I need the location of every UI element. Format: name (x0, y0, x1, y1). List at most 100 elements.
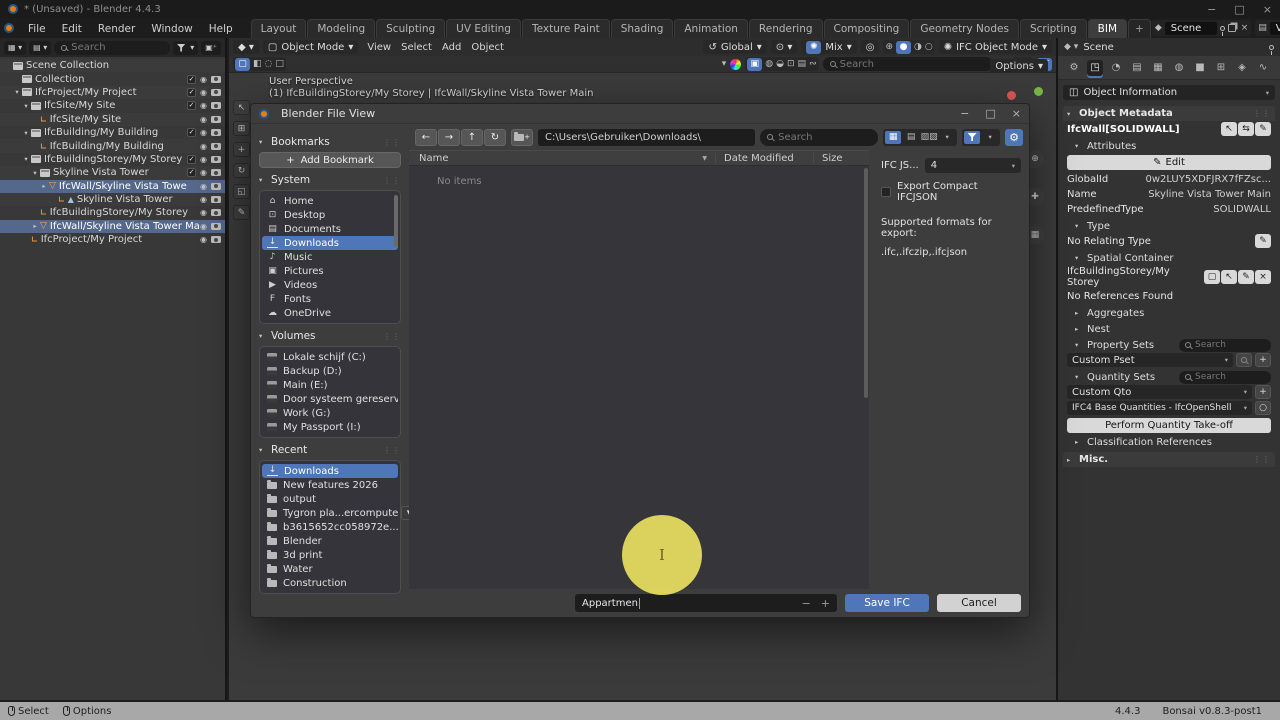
filename-input[interactable]: Appartmen − + (575, 594, 837, 612)
overlay-a-icon[interactable]: ▣ (747, 58, 762, 71)
system-item-pictures[interactable]: ▣Pictures (262, 264, 398, 278)
volume-item-my-passport-i-[interactable]: My Passport (I:) (262, 420, 398, 434)
volume-item-backup-d-[interactable]: Backup (D:) (262, 364, 398, 378)
custom-pset-dropdown[interactable]: Custom Pset▾ (1067, 353, 1233, 367)
increment-button[interactable]: + (821, 597, 830, 610)
select-circle-icon[interactable]: ◌ (265, 59, 273, 69)
filter-funnel-icon[interactable] (964, 131, 980, 144)
exclude-checkbox[interactable]: ✓ (187, 128, 196, 137)
quantity-sets-subpanel-header[interactable]: ▾ Quantity Sets Search (1063, 370, 1275, 384)
scene-selector[interactable]: ◆ Scene × (1152, 20, 1251, 36)
hide-eye-icon[interactable]: ◉ (200, 155, 207, 164)
copy-scene-icon[interactable] (1228, 24, 1236, 32)
color-wheel-icon[interactable] (730, 59, 741, 70)
outliner-row[interactable]: ▾IfcBuilding/My Building✓◉ (0, 126, 225, 139)
volume-item-work-g-[interactable]: Work (G:) (262, 406, 398, 420)
outliner-row[interactable]: ∟IfcSite/My Site◉ (0, 113, 225, 126)
recent-item-new-features-2026[interactable]: New features 2026 (262, 478, 398, 492)
select-container-button[interactable]: ▢ (1204, 270, 1220, 284)
tab-world[interactable]: ■ (1192, 60, 1208, 76)
render-visibility-icon[interactable] (211, 89, 221, 96)
up-button[interactable]: ↑ (461, 129, 483, 146)
collapse-icon[interactable]: ▾ (21, 155, 31, 163)
outliner-row[interactable]: ∟▲Skyline Vista Tower◉ (0, 193, 225, 206)
new-folder-button[interactable]: + (511, 129, 533, 146)
render-visibility-icon[interactable] (211, 236, 221, 243)
tool-annotate-icon[interactable]: ✎ (233, 205, 250, 220)
workspace-tab-bim[interactable]: BIM (1088, 19, 1127, 38)
outliner-row[interactable]: ▾Skyline Vista Tower✓◉ (0, 166, 225, 179)
recent-item-blender[interactable]: Blender (262, 534, 398, 548)
hide-eye-icon[interactable]: ◉ (200, 142, 207, 151)
overlay-e-icon[interactable]: ▤ (798, 59, 807, 69)
workspace-tab-compositing[interactable]: Compositing (824, 19, 910, 38)
base-quantities-dropdown[interactable]: IFC4 Base Quantities - IfcOpenShell▾ (1067, 401, 1252, 415)
render-visibility-icon[interactable] (211, 196, 221, 203)
axis-y-dot[interactable] (1034, 87, 1043, 96)
hide-eye-icon[interactable]: ◉ (200, 88, 207, 97)
outliner-row[interactable]: ▾IfcProject/My Project✓◉ (0, 86, 225, 99)
close-icon[interactable]: × (1012, 107, 1021, 120)
minimize-icon[interactable]: − (960, 107, 969, 120)
tab-object[interactable]: ◳ (1087, 60, 1103, 76)
render-visibility-icon[interactable] (211, 76, 221, 83)
detailed-list-icon[interactable]: ▤ (903, 131, 919, 144)
render-visibility-icon[interactable] (211, 209, 221, 216)
add-qto-button[interactable]: + (1255, 385, 1271, 399)
collapse-icon[interactable]: ▾ (21, 102, 31, 110)
recent-options-dropdown[interactable]: ▾ (401, 506, 409, 520)
attributes-subpanel-header[interactable]: ▾ Attributes (1063, 139, 1275, 153)
select-mode-toggles[interactable]: ▢ ◧ ◌ □ (233, 57, 286, 71)
settings-gear-icon[interactable]: ⚙ (1005, 129, 1023, 146)
outliner-row[interactable]: ▸▽IfcWall/Skyline Vista Tower Ma◉ (0, 220, 225, 233)
add-workspace-button[interactable]: + (1128, 19, 1151, 38)
outliner-row[interactable]: ▾IfcBuildingStorey/My Storey✓◉ (0, 153, 225, 166)
outliner-row[interactable]: Scene Collection (0, 59, 225, 72)
hide-eye-icon[interactable]: ◉ (200, 195, 207, 204)
compact-ifcjson-checkbox[interactable] (881, 187, 891, 197)
workspace-tab-animation[interactable]: Animation (674, 19, 748, 38)
select-lasso-icon[interactable]: □ (275, 59, 284, 69)
unlink-scene-icon[interactable]: × (1241, 23, 1249, 33)
path-field[interactable]: C:\Users\Gebruiker\Downloads\ (538, 129, 755, 146)
gizmo-dropdown-icon[interactable]: ▾ (722, 59, 727, 69)
pset-search-input[interactable]: Search (1179, 339, 1271, 352)
panel-options-icon[interactable]: ⋮⋮ (1253, 455, 1271, 464)
render-visibility-icon[interactable] (211, 169, 221, 176)
system-item-documents[interactable]: ▤Documents (262, 222, 398, 236)
system-item-home[interactable]: ⌂Home (262, 194, 398, 208)
workspace-tab-layout[interactable]: Layout (251, 19, 307, 38)
shading-wireframe-icon[interactable]: ⊕ (885, 42, 893, 52)
outliner-search-input[interactable]: Search (54, 41, 169, 55)
assign-type-button[interactable]: ✎ (1255, 234, 1271, 248)
render-visibility-icon[interactable] (211, 223, 221, 230)
shading-rendered-icon[interactable]: ○ (925, 42, 933, 52)
misc-panel-header[interactable]: ▸ Misc. ⋮⋮ (1063, 452, 1275, 467)
section-options-icon[interactable]: ⋮⋮ (383, 138, 401, 147)
workspace-tab-sculpting[interactable]: Sculpting (376, 19, 445, 38)
render-visibility-icon[interactable] (211, 156, 221, 163)
hide-eye-icon[interactable]: ◉ (200, 115, 207, 124)
render-visibility-icon[interactable] (211, 129, 221, 136)
menu-window[interactable]: Window (143, 21, 200, 37)
tab-data[interactable]: ∿ (1255, 60, 1271, 76)
volume-item-lokale-schijf-c-[interactable]: Lokale schijf (C:) (262, 350, 398, 364)
hide-eye-icon[interactable]: ◉ (200, 128, 207, 137)
save-ifc-button[interactable]: Save IFC (845, 594, 929, 612)
filter-icon[interactable]: ▾ (173, 41, 199, 55)
thumbnails-icon[interactable]: ▨▨ (921, 131, 937, 144)
filter-toggle-group[interactable]: ▾ (962, 129, 1000, 146)
hide-eye-icon[interactable]: ◉ (200, 101, 207, 110)
recent-item-tygron-pla-ercomputer[interactable]: Tygron pla...ercomputer (262, 506, 398, 520)
section-options-icon[interactable]: ⋮⋮ (383, 446, 401, 455)
viewport-search-input[interactable]: Search (823, 57, 993, 71)
workspace-tab-rendering[interactable]: Rendering (749, 19, 823, 38)
display-mode-dropdown[interactable]: ▤ ▾ (29, 41, 51, 55)
volume-item-door-systeem-gereserveerd-[interactable]: Door systeem gereserveerd (... (262, 392, 398, 406)
render-visibility-icon[interactable] (211, 102, 221, 109)
workspace-tab-texture-paint[interactable]: Texture Paint (522, 19, 610, 38)
recent-item-b3615652cc058972e-[interactable]: b3615652cc058972e... (262, 520, 398, 534)
perform-quantity-takeoff-button[interactable]: Perform Quantity Take-off (1067, 418, 1271, 433)
exclude-checkbox[interactable]: ✓ (187, 75, 196, 84)
system-item-downloads[interactable]: ↓Downloads (262, 236, 398, 250)
